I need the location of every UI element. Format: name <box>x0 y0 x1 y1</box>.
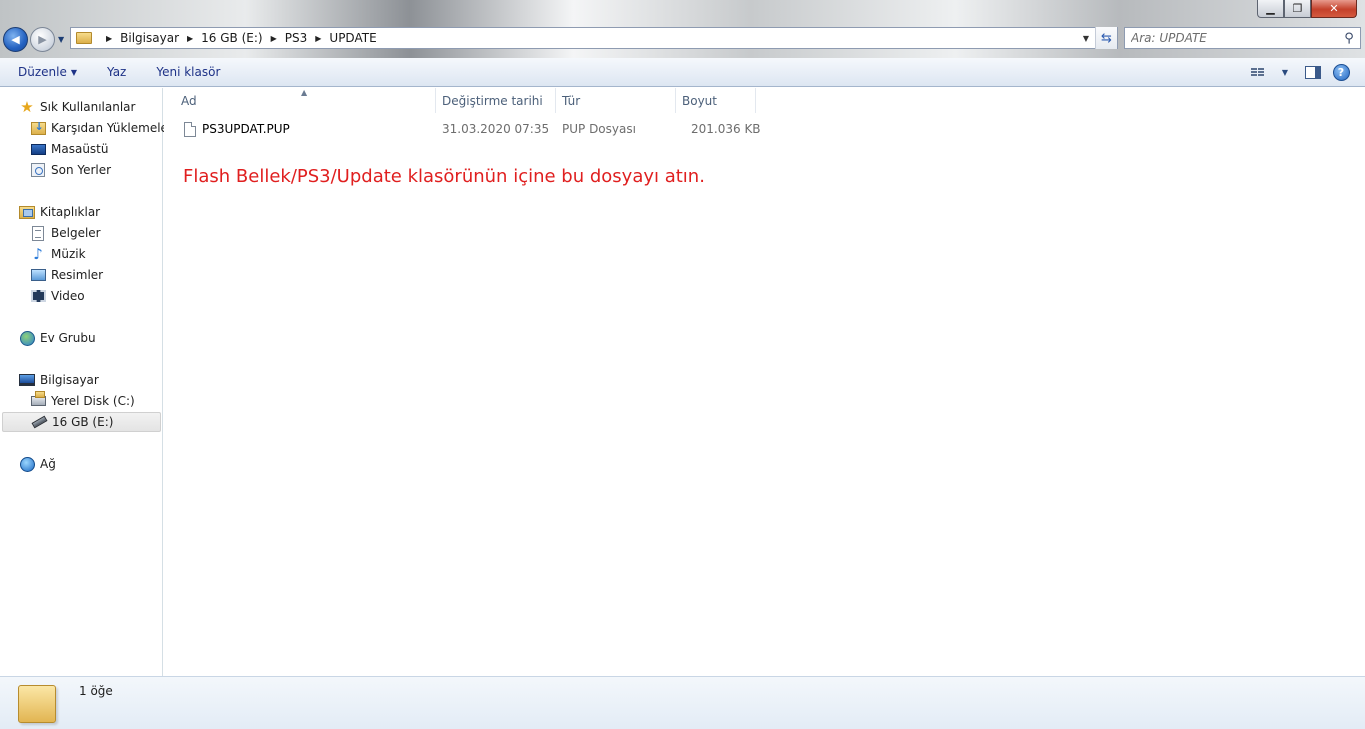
breadcrumb-computer[interactable]: Bilgisayar <box>120 31 179 45</box>
sidebar-item-network[interactable]: Ağ <box>19 454 56 474</box>
breadcrumb-drive[interactable]: 16 GB (E:) <box>201 31 262 45</box>
sidebar-item-downloads[interactable]: Karşıdan Yüklemeler <box>30 118 173 138</box>
breadcrumb-update[interactable]: UPDATE <box>329 31 376 45</box>
sidebar-item-libraries[interactable]: Kitaplıklar <box>19 202 100 222</box>
refresh-icon: ⇆ <box>1101 30 1112 46</box>
sidebar-item-videos[interactable]: Video <box>30 286 85 306</box>
new-folder-button[interactable]: Yeni klasör <box>141 58 235 86</box>
view-options-dropdown[interactable]: ▼ <box>1273 61 1297 83</box>
sidebar-item-music[interactable]: ♪ Müzik <box>30 244 86 264</box>
sidebar-item-label: Resimler <box>51 268 104 282</box>
column-header-name[interactable]: Ad <box>175 88 435 113</box>
organize-label: Düzenle <box>18 65 67 79</box>
computer-icon <box>19 374 35 386</box>
sidebar-item-label: Son Yerler <box>51 163 112 177</box>
sidebar-item-label: Masaüstü <box>51 142 109 156</box>
maximize-button[interactable]: ❐ <box>1284 0 1311 18</box>
sidebar-item-recent-places[interactable]: Son Yerler <box>30 160 111 180</box>
pictures-icon <box>30 269 46 281</box>
downloads-folder-icon <box>30 120 46 135</box>
preview-pane-icon <box>1305 65 1321 79</box>
file-list: ▲ Ad Değiştirme tarihi Tür Boyut PS3UPDA… <box>164 88 1365 676</box>
file-date-cell: 31.03.2020 07:35 <box>442 122 550 136</box>
sidebar-item-computer[interactable]: Bilgisayar <box>19 370 99 390</box>
sidebar-item-label: Ağ <box>40 457 56 471</box>
forward-button[interactable]: ▶ <box>30 27 55 52</box>
breadcrumb-separator-icon[interactable]: ▶ <box>106 34 112 43</box>
network-icon <box>19 456 35 472</box>
column-header-size[interactable]: Boyut <box>676 88 756 113</box>
column-divider[interactable] <box>755 88 756 113</box>
change-view-button[interactable] <box>1245 61 1269 83</box>
search-input[interactable] <box>1125 28 1338 48</box>
minimize-button[interactable]: ▁ <box>1257 0 1284 18</box>
sidebar-item-label: Kitaplıklar <box>40 205 101 219</box>
folder-icon <box>76 32 92 44</box>
address-dropdown-icon[interactable]: ▼ <box>1077 34 1095 43</box>
sidebar-item-label: 16 GB (E:) <box>52 415 114 429</box>
forward-arrow-icon: ▶ <box>38 33 47 46</box>
breadcrumb-separator-icon[interactable]: ▶ <box>187 34 193 43</box>
homegroup-icon <box>19 330 35 346</box>
breadcrumb-ps3[interactable]: PS3 <box>285 31 308 45</box>
organize-button[interactable]: Düzenle ▼ <box>0 58 92 86</box>
preview-pane-button[interactable] <box>1301 61 1325 83</box>
breadcrumb-separator-icon[interactable]: ▶ <box>271 34 277 43</box>
sidebar-item-label: Belgeler <box>51 226 101 240</box>
sidebar-item-label: Müzik <box>51 247 86 261</box>
sidebar-item-usb-drive-e[interactable]: 16 GB (E:) <box>2 412 161 432</box>
sidebar-item-desktop[interactable]: Masaüstü <box>30 139 108 159</box>
address-bar[interactable]: ▶ Bilgisayar ▶ 16 GB (E:) ▶ PS3 ▶ UPDATE… <box>70 27 1118 49</box>
close-button[interactable]: ✕ <box>1311 0 1357 18</box>
file-name-cell[interactable]: PS3UPDAT.PUP <box>184 119 290 139</box>
file-icon <box>184 121 196 137</box>
title-bar: ▁ ❐ ✕ ◀ ▶ ▼ ▶ Bilgisayar ▶ 16 GB (E:) ▶ … <box>0 0 1365 58</box>
search-box[interactable]: ⚲ <box>1124 27 1361 49</box>
navigation-pane: ★ Sık Kullanılanlar Karşıdan Yüklemeler … <box>0 88 173 676</box>
sidebar-item-local-disk-c[interactable]: Yerel Disk (C:) <box>30 391 135 411</box>
documents-icon <box>32 225 44 241</box>
music-note-icon: ♪ <box>33 245 43 263</box>
column-header-date[interactable]: Değiştirme tarihi <box>436 88 556 113</box>
command-bar: Düzenle ▼ Yaz Yeni klasör ▼ ? <box>0 58 1365 87</box>
sidebar-item-pictures[interactable]: Resimler <box>30 265 103 285</box>
sidebar-item-documents[interactable]: Belgeler <box>30 223 101 243</box>
view-list-icon <box>1250 68 1264 76</box>
sidebar-item-favorites[interactable]: ★ Sık Kullanılanlar <box>19 97 135 117</box>
sidebar-item-label: Bilgisayar <box>40 373 99 387</box>
star-icon: ★ <box>20 98 34 116</box>
details-pane: 1 öğe <box>0 676 1365 729</box>
back-arrow-icon: ◀ <box>11 33 20 46</box>
video-film-icon <box>30 290 46 302</box>
hard-disk-icon <box>30 391 46 406</box>
sidebar-item-label: Yerel Disk (C:) <box>51 394 135 408</box>
sidebar-item-homegroup[interactable]: Ev Grubu <box>19 328 96 348</box>
instruction-annotation: Flash Bellek/PS3/Update klasörünün içine… <box>183 166 705 187</box>
sidebar-item-label: Ev Grubu <box>40 331 96 345</box>
recent-pages-dropdown[interactable]: ▼ <box>58 35 64 44</box>
breadcrumb-separator-icon[interactable]: ▶ <box>315 34 321 43</box>
column-header-type[interactable]: Tür <box>556 88 676 113</box>
file-name: PS3UPDAT.PUP <box>202 122 290 136</box>
help-icon: ? <box>1332 63 1350 81</box>
libraries-icon <box>19 205 35 219</box>
desktop-icon <box>30 143 46 155</box>
folder-icon <box>18 685 56 723</box>
refresh-button[interactable]: ⇆ <box>1095 27 1117 49</box>
sidebar-item-label: Sık Kullanılanlar <box>40 100 136 114</box>
file-size-cell: 201.036 KB <box>691 122 761 136</box>
chevron-down-icon: ▼ <box>70 67 78 77</box>
sidebar-item-label: Video <box>51 289 85 303</box>
window-controls: ▁ ❐ ✕ <box>1257 0 1357 18</box>
help-button[interactable]: ? <box>1329 61 1353 83</box>
item-count: 1 öğe <box>79 684 113 698</box>
back-button[interactable]: ◀ <box>3 27 28 52</box>
search-icon[interactable]: ⚲ <box>1338 31 1360 46</box>
burn-button[interactable]: Yaz <box>92 58 141 86</box>
recent-places-icon <box>31 163 45 177</box>
file-type-cell: PUP Dosyası <box>562 122 636 136</box>
usb-drive-icon <box>31 415 47 429</box>
sidebar-item-label: Karşıdan Yüklemeler <box>51 121 173 135</box>
